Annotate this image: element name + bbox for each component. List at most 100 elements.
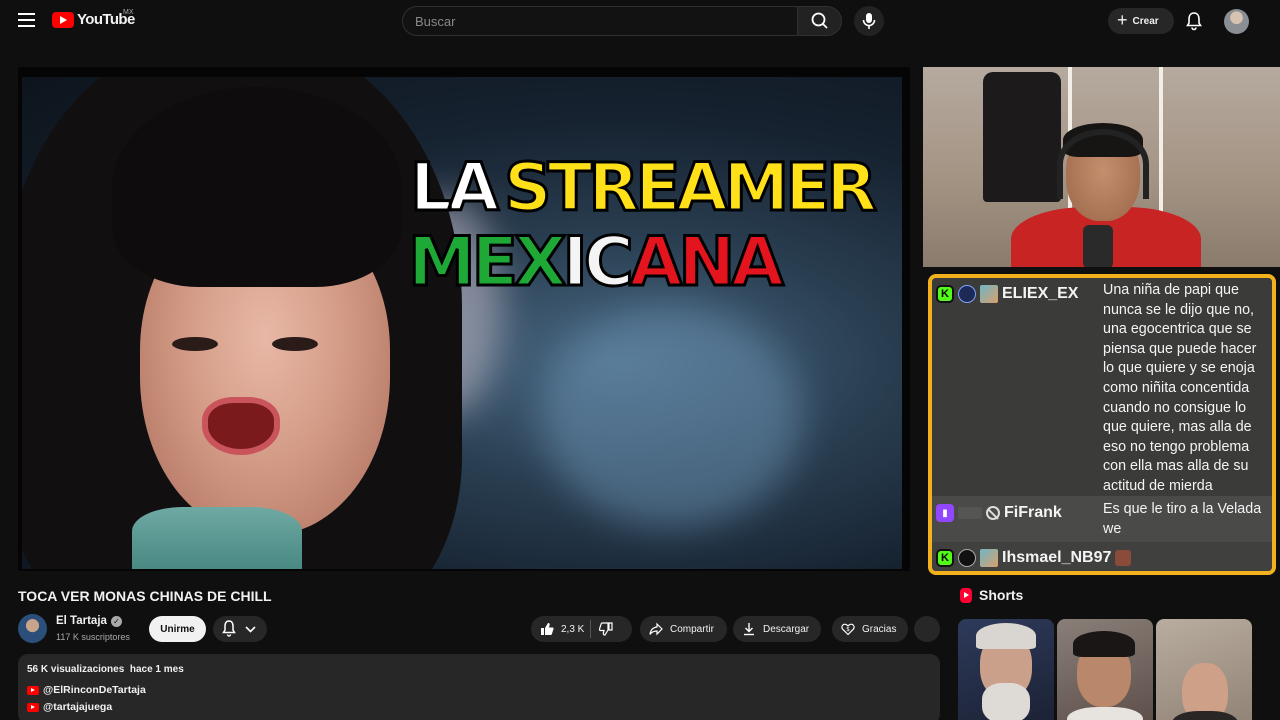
headset <box>1057 129 1149 199</box>
thumbnail-title-streamer: STREAMER <box>502 148 878 228</box>
chat-message-text: Una niña de papi que nunca se le dijo qu… <box>1103 282 1257 494</box>
short-thumbnail[interactable] <box>1156 619 1252 720</box>
channel-link[interactable]: @ElRinconDeTartaja <box>27 684 146 696</box>
subscriber-badge-icon <box>980 285 998 303</box>
like-count[interactable]: 2,3 K <box>561 624 584 635</box>
youtube-play-icon <box>52 11 74 28</box>
share-icon <box>649 622 663 636</box>
short-thumbnail[interactable] <box>958 619 1054 720</box>
channel-link-text[interactable]: @tartajajuega <box>43 701 112 713</box>
voice-search-button[interactable] <box>854 6 884 36</box>
chat-username: FiFrank <box>1004 504 1062 521</box>
chat-username: Ihsmael_NB97 <box>1002 549 1112 566</box>
short-hair <box>1073 631 1135 657</box>
short-shirt <box>1067 707 1143 720</box>
menu-icon[interactable] <box>18 13 35 27</box>
view-count: 56 K visualizaciones <box>27 664 125 675</box>
channel-link[interactable]: @tartajajuega <box>27 701 112 713</box>
channel-link-text[interactable]: @ElRinconDeTartaja <box>43 684 146 696</box>
emote-icon <box>1115 550 1132 566</box>
country-code: MX <box>123 9 134 16</box>
thumbnail-eye-right <box>272 337 318 351</box>
thumbs-down-icon[interactable] <box>599 622 613 636</box>
subscriber-count: 117 K suscriptores <box>56 632 130 642</box>
search-input[interactable] <box>403 7 798 35</box>
bell-icon <box>222 620 256 637</box>
account-avatar[interactable] <box>1224 9 1249 34</box>
like-divider <box>590 620 592 638</box>
chat-username: ELIEX_EX <box>1002 285 1079 302</box>
kick-icon: K <box>936 549 954 567</box>
description-box[interactable]: 56 K visualizaciones hace 1 mes @ElRinco… <box>18 654 940 720</box>
shorts-title: Shorts <box>979 587 1024 603</box>
microphone <box>1083 225 1113 267</box>
svg-text:$: $ <box>846 626 850 633</box>
upload-date: hace 1 mes <box>129 664 184 675</box>
thumbnail-title-white: IC <box>561 222 635 304</box>
thumbnail-shirt <box>132 507 302 569</box>
chat-badges: ▮ FiFrank <box>936 504 1062 522</box>
thumbnail-title-red: ANA <box>628 222 785 304</box>
share-label: Compartir <box>670 623 714 635</box>
webcam-overlay <box>923 67 1280 267</box>
youtube-icon <box>27 702 39 712</box>
channel-name-row[interactable]: El Tartaja ✓ <box>56 615 122 627</box>
subscriber-badge-icon <box>980 549 998 567</box>
more-actions-button[interactable] <box>914 616 940 642</box>
thanks-button[interactable]: $ Gracias <box>832 616 908 642</box>
mod-badge-icon <box>958 507 982 519</box>
chat-message: ▮ FiFrank Es que le tiro a la Velada we <box>932 496 1272 542</box>
video-player[interactable]: LA STREAMER MEXICANA <box>18 67 910 571</box>
short-thumbnail[interactable] <box>1057 619 1153 720</box>
twitch-icon: ▮ <box>936 504 954 522</box>
plus-icon: + <box>1117 10 1128 30</box>
create-label: Crear <box>1132 15 1159 27</box>
chat-message: K ELIEX_EX Una niña de papi que nunca se… <box>932 278 1272 496</box>
shorts-icon <box>960 587 972 603</box>
chat-message: K Ihsmael_NB97 <box>932 542 1272 571</box>
short-shirt <box>1172 711 1238 720</box>
search-box[interactable] <box>402 6 798 36</box>
shorts-header: Shorts <box>960 587 1023 603</box>
user-badge-icon <box>958 549 976 567</box>
thanks-label: Gracias <box>862 623 897 635</box>
chat-badges: K Ihsmael_NB97 <box>936 549 1132 567</box>
video-frame: LA STREAMER MEXICANA <box>22 77 902 569</box>
download-icon <box>744 623 754 636</box>
download-label: Descargar <box>763 623 810 635</box>
create-button[interactable]: + Crear <box>1108 8 1174 34</box>
channel-name[interactable]: El Tartaja <box>56 615 107 627</box>
webcam-poster <box>983 72 1061 202</box>
like-dislike-group: 2,3 K <box>531 616 632 642</box>
thumbnail-title-green: MEX <box>407 222 569 304</box>
channel-avatar[interactable] <box>18 614 47 643</box>
thumbs-up-icon[interactable] <box>540 622 554 636</box>
verified-icon: ✓ <box>110 615 122 627</box>
muted-icon <box>986 506 1000 520</box>
chat-overlay: K ELIEX_EX Una niña de papi que nunca se… <box>928 274 1276 575</box>
thumbnail-person-bangs <box>112 87 402 287</box>
rank-badge-icon <box>958 285 976 303</box>
notification-button[interactable] <box>213 616 267 642</box>
join-button[interactable]: Unirme <box>149 616 206 642</box>
search-button[interactable] <box>797 6 842 36</box>
short-hair <box>976 623 1036 649</box>
chat-message-text: Es que le tiro a la Velada we <box>1103 501 1262 537</box>
bell-icon[interactable] <box>1185 11 1203 31</box>
share-button[interactable]: Compartir <box>640 616 727 642</box>
chat-badges: K ELIEX_EX <box>936 285 1078 303</box>
thumbnail-title-la: LA <box>408 148 500 228</box>
download-button[interactable]: Descargar <box>733 616 821 642</box>
thumbnail-eye-left <box>172 337 218 351</box>
short-beard <box>982 683 1030 720</box>
heart-dollar-icon: $ <box>841 623 855 636</box>
microphone-icon <box>862 13 876 29</box>
kick-icon: K <box>936 285 954 303</box>
top-bar: YouTube MX + Crear <box>0 0 1280 42</box>
thumbnail-mouth <box>202 397 280 455</box>
search-icon <box>811 12 828 29</box>
video-title: TOCA VER MONAS CHINAS DE CHILL <box>18 588 272 604</box>
video-stats: 56 K visualizaciones hace 1 mes <box>27 664 184 675</box>
thumbnail-title-mexicana: MEXICANA <box>407 222 786 304</box>
youtube-icon <box>27 685 39 695</box>
